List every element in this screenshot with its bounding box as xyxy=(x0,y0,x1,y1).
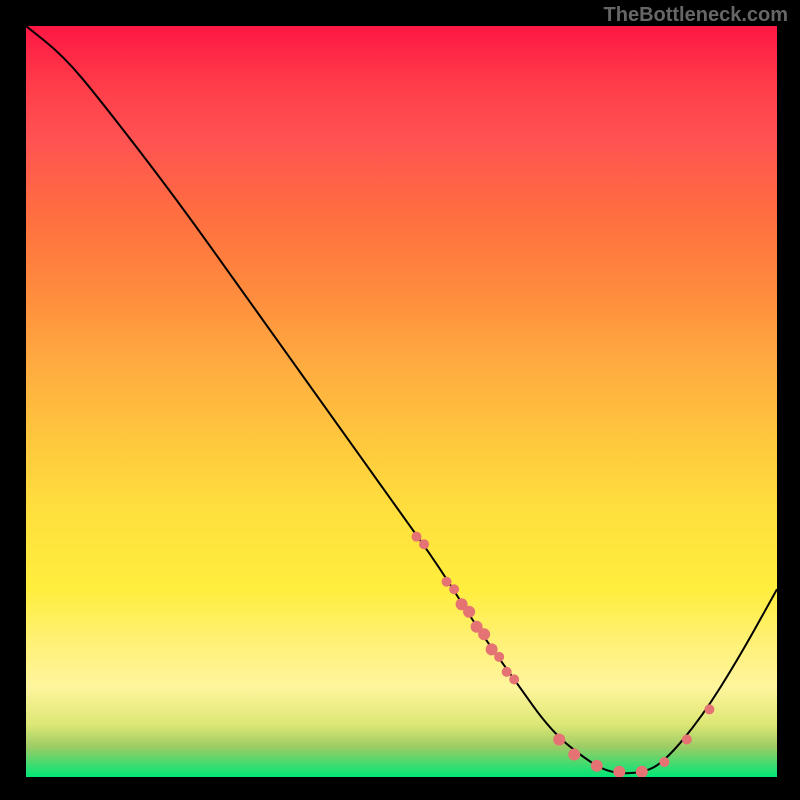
data-marker xyxy=(704,704,714,714)
data-marker xyxy=(478,628,490,640)
data-marker xyxy=(463,606,475,618)
chart-svg xyxy=(26,26,777,777)
data-marker xyxy=(591,760,603,772)
plot-area xyxy=(26,26,777,777)
data-marker xyxy=(442,577,452,587)
data-marker xyxy=(568,748,580,760)
data-marker xyxy=(613,766,625,777)
watermark-text: TheBottleneck.com xyxy=(604,4,788,27)
bottleneck-curve xyxy=(26,26,777,773)
data-marker xyxy=(412,532,422,542)
data-marker xyxy=(502,667,512,677)
data-marker xyxy=(494,652,504,662)
data-marker xyxy=(682,734,692,744)
data-marker xyxy=(553,733,565,745)
data-marker xyxy=(659,757,669,767)
data-marker xyxy=(636,766,648,777)
data-marker xyxy=(449,584,459,594)
data-marker xyxy=(419,539,429,549)
data-markers xyxy=(412,532,715,777)
data-marker xyxy=(509,674,519,684)
